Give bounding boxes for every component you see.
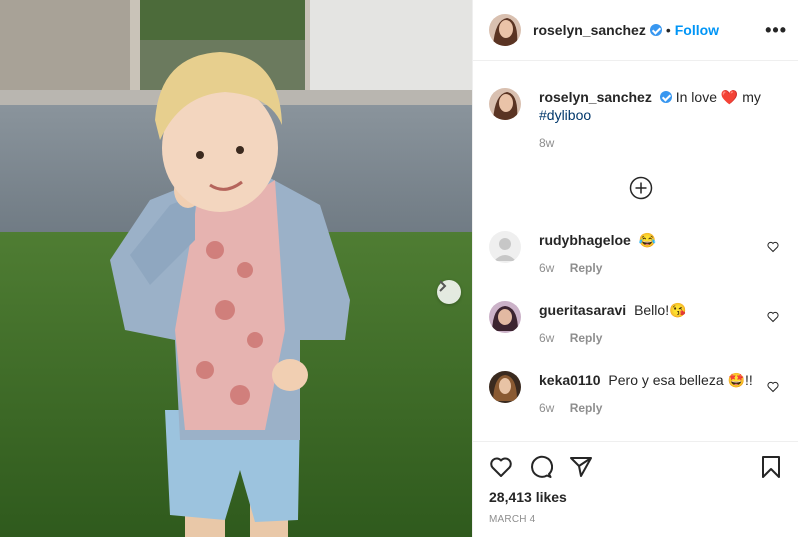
- comment-age: 6w: [539, 261, 555, 275]
- header-separator: •: [665, 22, 671, 38]
- heart-icon[interactable]: [767, 381, 779, 393]
- comment-icon[interactable]: [529, 455, 553, 479]
- comment-text: Bello!: [634, 302, 670, 318]
- comment-emoji: 😂: [638, 232, 657, 248]
- commenter-username[interactable]: rudybhageloe: [539, 232, 631, 248]
- chevron-right-icon: [439, 280, 447, 292]
- heart-icon[interactable]: [489, 455, 513, 479]
- reply-button[interactable]: Reply: [570, 261, 603, 275]
- post-actions: 28,413 likes MARCH 4: [473, 441, 798, 538]
- post-photo[interactable]: [0, 0, 472, 537]
- heart-icon[interactable]: [767, 241, 779, 253]
- comment-emoji: 😘: [669, 302, 687, 318]
- comments-section: roselyn_sanchez In love ❤️ my #dyliboo 8…: [473, 61, 798, 441]
- commenter-username[interactable]: gueritasaravi: [539, 302, 626, 318]
- author-username[interactable]: roselyn_sanchez: [533, 22, 646, 38]
- comment-item: gueritasaravi Bello!😘 6w Reply: [489, 301, 783, 345]
- caption-meta: 8w: [539, 136, 761, 150]
- caption-body: In love: [675, 89, 717, 105]
- author-avatar[interactable]: [489, 14, 521, 46]
- plus-circle-icon[interactable]: [629, 176, 653, 200]
- caption: roselyn_sanchez In love ❤️ my #dyliboo 8…: [489, 88, 783, 150]
- caption-text: roselyn_sanchez In love ❤️ my #dyliboo: [539, 88, 761, 124]
- commenter-avatar[interactable]: [489, 301, 521, 333]
- share-icon[interactable]: [569, 455, 593, 479]
- commenter-avatar[interactable]: [489, 231, 521, 263]
- heart-emoji: ❤️: [720, 89, 739, 105]
- more-options-icon[interactable]: •••: [765, 20, 787, 41]
- instagram-post: roselyn_sanchez • Follow ••• roselyn_san…: [0, 0, 798, 537]
- comment-suffix: !!: [744, 372, 753, 388]
- caption-username[interactable]: roselyn_sanchez: [539, 89, 652, 105]
- follow-button[interactable]: Follow: [675, 22, 719, 38]
- bookmark-icon[interactable]: [759, 455, 783, 479]
- comment-item: keka0110 Pero y esa belleza 🤩!! 6w Reply: [489, 371, 783, 415]
- likes-count[interactable]: 28,413 likes: [489, 489, 567, 505]
- post-side-panel: roselyn_sanchez • Follow ••• roselyn_san…: [472, 0, 798, 537]
- commenter-username[interactable]: keka0110: [539, 372, 601, 388]
- commenter-avatar[interactable]: [489, 371, 521, 403]
- comment-age: 6w: [539, 331, 555, 345]
- post-header: roselyn_sanchez • Follow •••: [473, 0, 798, 61]
- caption-body-end: my: [742, 89, 761, 105]
- comment-age: 6w: [539, 401, 555, 415]
- caption-avatar[interactable]: [489, 88, 521, 120]
- post-date: MARCH 4: [489, 514, 536, 525]
- hashtag-link[interactable]: #dyliboo: [539, 107, 591, 123]
- verified-badge-icon: [659, 91, 672, 103]
- comment-text: Pero y esa belleza: [608, 372, 724, 388]
- verified-badge-icon: [649, 24, 662, 36]
- next-photo-button[interactable]: [437, 280, 461, 304]
- reply-button[interactable]: Reply: [570, 401, 603, 415]
- comment-emoji: 🤩: [727, 372, 745, 388]
- child-photo-illustration: [0, 0, 472, 537]
- heart-icon[interactable]: [767, 311, 779, 323]
- comment-item: rudybhageloe 😂 6w Reply: [489, 231, 783, 275]
- caption-age: 8w: [539, 136, 555, 150]
- reply-button[interactable]: Reply: [570, 331, 603, 345]
